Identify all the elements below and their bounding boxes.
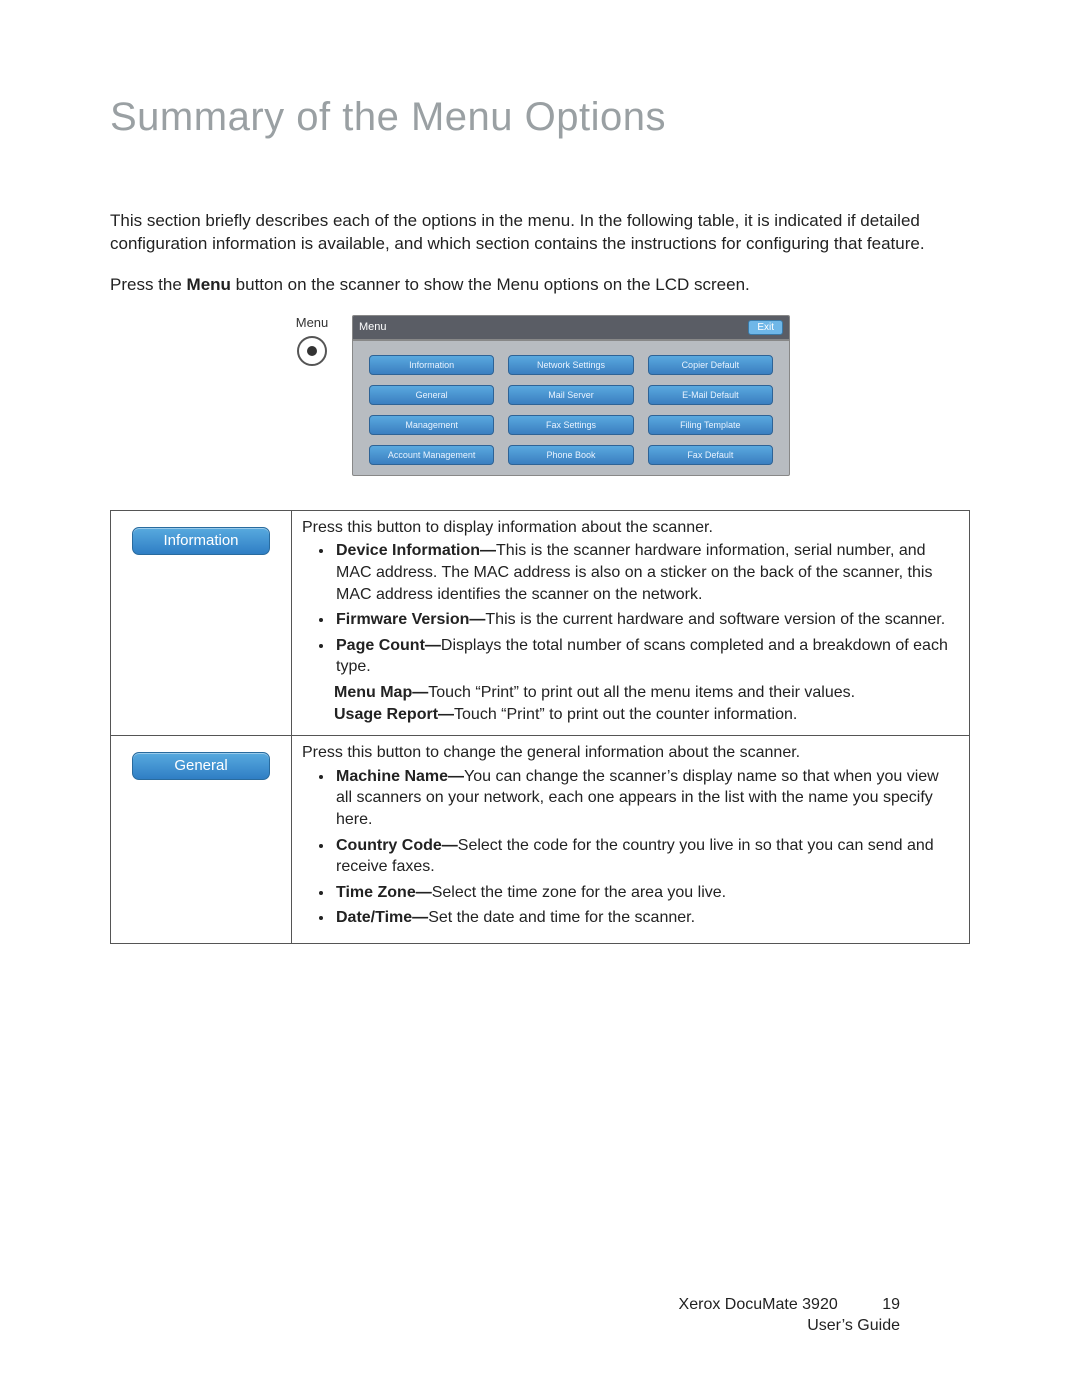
option-item-text: This is the current hardware and softwar… — [485, 611, 945, 628]
option-item-term: Firmware Version— — [336, 611, 485, 628]
option-lead-text: Press this button to display information… — [302, 517, 959, 539]
option-tail-line: Usage Report—Touch “Print” to print out … — [334, 704, 959, 726]
option-button-cell: General — [111, 736, 292, 944]
lcd-illustration: Menu Menu Exit Information Network Settin… — [290, 315, 790, 476]
lcd-option-button: Network Settings — [508, 355, 633, 375]
option-pill: Information — [132, 527, 270, 555]
option-tail-term: Menu Map— — [334, 684, 428, 701]
lcd-option-button: Account Management — [369, 445, 494, 465]
option-item-text: Set the date and time for the scanner. — [428, 909, 695, 926]
option-item-list: Machine Name—You can change the scanner’… — [302, 766, 959, 929]
option-item: Page Count—Displays the total number of … — [334, 635, 959, 678]
lcd-option-button: Filing Template — [648, 415, 773, 435]
option-item-term: Date/Time— — [336, 909, 428, 926]
menu-button-icon — [297, 336, 327, 366]
menu-options-table: Information Press this button to display … — [110, 510, 970, 944]
lcd-screen: Menu Exit Information Network Settings Cop… — [352, 315, 790, 476]
lcd-option-button: Phone Book — [508, 445, 633, 465]
option-item-term: Device Information— — [336, 542, 496, 559]
option-item-text: Select the time zone for the area you li… — [432, 884, 726, 901]
lcd-option-button: General — [369, 385, 494, 405]
lcd-titlebar: Menu Exit — [353, 316, 789, 341]
option-item: Firmware Version—This is the current har… — [334, 609, 959, 631]
option-pill: General — [132, 752, 270, 780]
lcd-option-button: Management — [369, 415, 494, 435]
option-item-term: Country Code— — [336, 837, 458, 854]
page-title: Summary of the Menu Options — [110, 95, 970, 140]
option-item-term: Machine Name— — [336, 768, 464, 785]
page-footer: Xerox DocuMate 3920 19 User’s Guide — [679, 1295, 900, 1337]
intro-paragraph-1: This section briefly describes each of t… — [110, 210, 970, 256]
option-item: Country Code—Select the code for the cou… — [334, 835, 959, 878]
option-item: Machine Name—You can change the scanner’… — [334, 766, 959, 831]
intro2-post: button on the scanner to show the Menu o… — [231, 275, 750, 294]
hardware-menu-label: Menu — [290, 315, 334, 330]
option-item: Device Information—This is the scanner h… — [334, 540, 959, 605]
option-tail-text: Touch “Print” to print out all the menu … — [428, 684, 855, 701]
option-item: Date/Time—Set the date and time for the … — [334, 907, 959, 929]
footer-doc-title: User’s Guide — [679, 1316, 900, 1337]
lcd-title: Menu — [359, 321, 387, 333]
lcd-option-button: Copier Default — [648, 355, 773, 375]
lcd-exit-button: Exit — [748, 320, 783, 335]
option-item-list: Device Information—This is the scanner h… — [302, 540, 959, 678]
intro2-bold: Menu — [187, 275, 231, 294]
option-item-term: Time Zone— — [336, 884, 432, 901]
option-tail-text: Touch “Print” to print out the counter i… — [454, 706, 797, 723]
lcd-option-button: Fax Settings — [508, 415, 633, 435]
lcd-option-button: Mail Server — [508, 385, 633, 405]
footer-page-number: 19 — [882, 1295, 900, 1316]
option-description-cell: Press this button to display information… — [292, 510, 970, 735]
footer-product: Xerox DocuMate 3920 — [679, 1296, 838, 1313]
hardware-menu-button: Menu — [290, 315, 334, 476]
option-button-cell: Information — [111, 510, 292, 735]
option-item: Time Zone—Select the time zone for the a… — [334, 882, 959, 904]
intro-paragraph-2: Press the Menu button on the scanner to … — [110, 274, 970, 297]
lcd-option-button: E-Mail Default — [648, 385, 773, 405]
lcd-option-button: Information — [369, 355, 494, 375]
option-description-cell: Press this button to change the general … — [292, 736, 970, 944]
option-tail-line: Menu Map—Touch “Print” to print out all … — [334, 682, 959, 704]
option-tail-term: Usage Report— — [334, 706, 454, 723]
intro2-pre: Press the — [110, 275, 187, 294]
lcd-option-button: Fax Default — [648, 445, 773, 465]
option-lead-text: Press this button to change the general … — [302, 742, 959, 764]
option-item-term: Page Count— — [336, 637, 441, 654]
